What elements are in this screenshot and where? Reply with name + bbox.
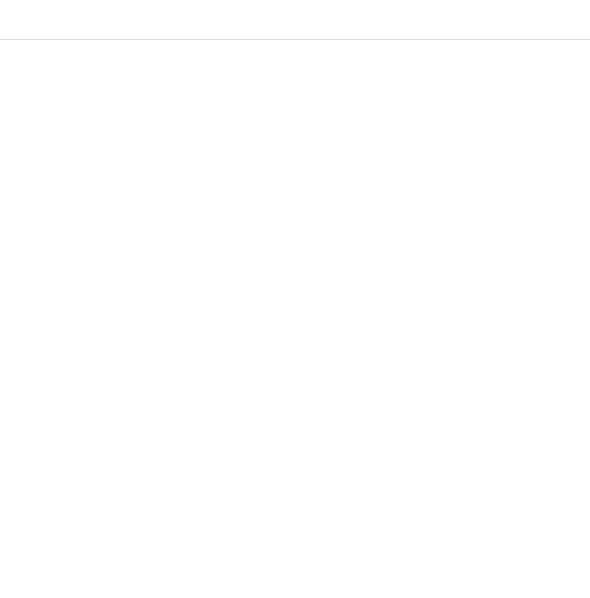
content-area xyxy=(0,40,590,598)
page-root xyxy=(0,0,590,598)
title-bar xyxy=(0,0,590,40)
